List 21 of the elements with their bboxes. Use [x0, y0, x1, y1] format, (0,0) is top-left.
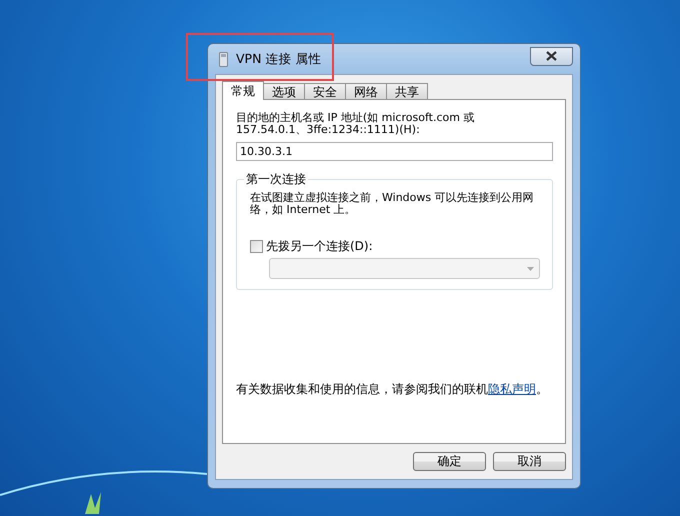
ok-button[interactable]: 确定: [413, 452, 486, 471]
group-title: 第一次连接: [245, 171, 307, 188]
checkbox-label: 先拨另一个连接(D):: [266, 238, 373, 255]
tab[interactable]: 选项: [263, 83, 305, 99]
cancel-button[interactable]: 取消: [493, 452, 566, 471]
close-icon: [546, 51, 557, 61]
tab[interactable]: 安全: [304, 83, 346, 99]
host-label: 目的地的主机名或 IP 地址(如 microsoft.com 或 157.54.0.1、3ffe:1234::1111)(H):: [236, 112, 476, 136]
privacy-sentence: 有关数据收集和使用的信息，请参阅我们的联机隐私声明。: [236, 381, 549, 398]
close-button[interactable]: [530, 46, 573, 66]
checkbox[interactable]: [250, 240, 263, 253]
group-description: 在试图建立虚拟连接之前，Windows 可以先连接到公用网络，如 Internet 上。: [250, 192, 535, 216]
tab[interactable]: 共享: [386, 83, 428, 99]
grass-icon: [85, 492, 101, 514]
tab[interactable]: 网络: [345, 83, 387, 99]
tab[interactable]: 常规: [222, 81, 264, 100]
dropdown-arrow-icon: [527, 266, 534, 270]
privacy-link[interactable]: 隐私声明: [488, 382, 536, 396]
host-input-field[interactable]: 10.30.3.1: [236, 142, 553, 161]
window-title: VPN 连接 属性: [236, 50, 322, 68]
phone-icon: [219, 52, 228, 66]
